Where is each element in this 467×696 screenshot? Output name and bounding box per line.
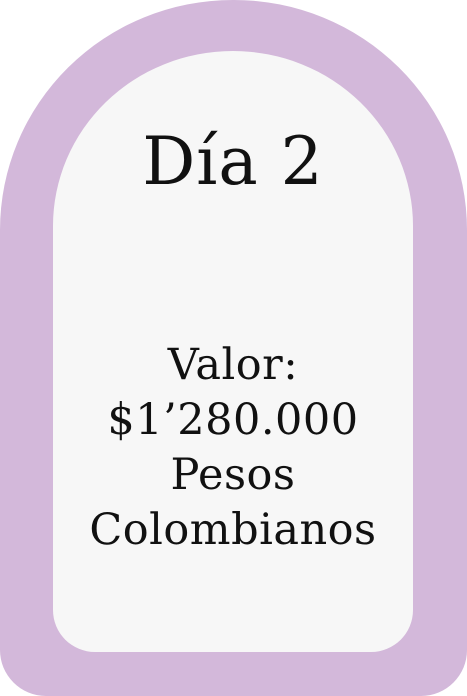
price-label: Valor: [167, 340, 299, 390]
day-title: Día 2 [142, 123, 324, 200]
price-amount: $1’280.000 [107, 395, 359, 445]
arch-frame: Día 2 Valor: $1’280.000 Pesos Colombiano… [0, 0, 467, 696]
currency-line-1: Pesos [170, 450, 296, 500]
currency-line-2: Colombianos [89, 505, 377, 555]
price-info: Valor: $1’280.000 Pesos Colombianos [53, 338, 413, 558]
content-panel: Día 2 Valor: $1’280.000 Pesos Colombiano… [53, 51, 413, 652]
